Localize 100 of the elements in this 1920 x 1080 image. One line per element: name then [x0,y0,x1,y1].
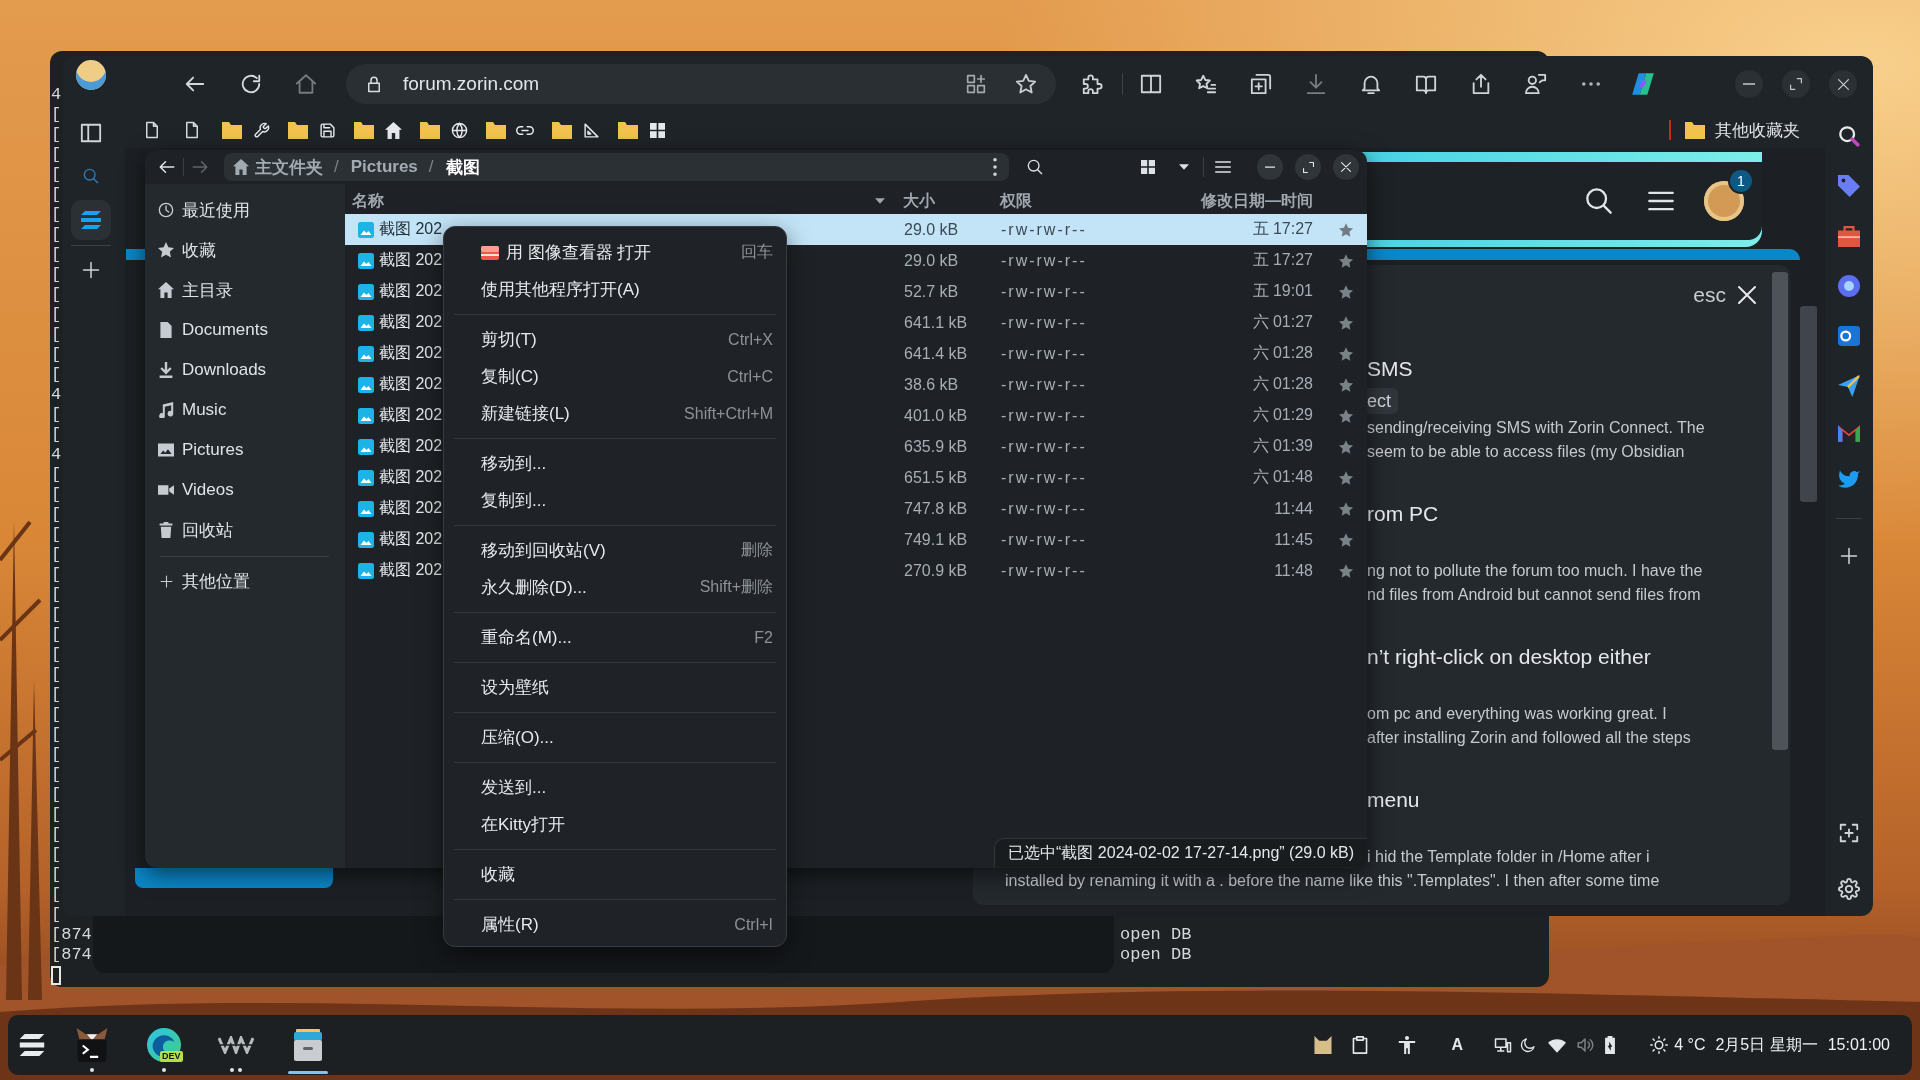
star-icon[interactable] [1015,73,1037,95]
more-icon[interactable] [1582,82,1600,86]
file-name[interactable]: 截图 202 [379,281,443,302]
menu-item[interactable]: 在Kitty打开 [444,806,786,843]
star-icon[interactable] [1339,563,1353,578]
sidebar-item[interactable]: Downloads [151,350,339,390]
close-button[interactable] [1333,154,1359,180]
envelope-icon[interactable] [1838,425,1860,442]
menu-item[interactable]: 剪切(T) Ctrl+X [444,321,786,358]
path-crumb[interactable]: 主文件夹 [233,155,323,179]
terminal-app-icon[interactable] [75,1028,109,1062]
share-icon[interactable] [1470,73,1492,95]
accessibility-icon[interactable] [1397,1036,1416,1054]
sidebar-item[interactable]: 收藏 [151,230,339,270]
file-name[interactable]: 截图 202 [379,467,443,488]
date-text[interactable]: 2月5日 星期一 [1715,1034,1818,1056]
menu-item[interactable]: 压缩(O)... [444,719,786,756]
file-name[interactable]: 截图 202 [379,343,443,364]
column-header[interactable]: 修改日期—时间 [1180,190,1325,212]
star-icon[interactable] [1339,315,1353,330]
refresh-icon[interactable] [240,73,262,95]
zigzag-logo-icon[interactable] [218,1036,254,1054]
column-header[interactable]: 名称 [345,190,895,212]
input-method-indicator[interactable]: A [1451,1036,1464,1054]
sidebar-item[interactable]: 最近使用 [151,190,339,230]
path-crumb[interactable]: 截图 [445,155,480,179]
puzzle-icon[interactable] [1081,73,1103,95]
star-icon[interactable] [1339,408,1353,423]
menu-item[interactable]: 收藏 [444,856,786,893]
logo-icon[interactable] [19,1034,45,1056]
settings-icon[interactable] [1838,878,1860,900]
globe-icon[interactable] [450,121,468,139]
result-title[interactable]: rom PC [1367,502,1439,525]
scrollbar-thumb[interactable] [1772,272,1788,750]
address-field[interactable]: forum.zorin.com [346,64,1056,104]
split-screen-icon[interactable] [1140,73,1162,95]
briefcase-icon[interactable] [1838,225,1860,247]
more-icon[interactable] [993,158,997,176]
volume-icon[interactable] [1576,1036,1595,1054]
sidebar-item[interactable]: Music [151,390,339,430]
devices-icon[interactable] [1494,1036,1513,1054]
plus-icon[interactable] [82,261,100,279]
list-view-icon[interactable] [1215,160,1231,174]
file-name[interactable]: 截图 202 [379,405,443,426]
menu-item[interactable]: 重命名(M)... F2 [444,619,786,656]
file-name[interactable]: 截图 202 [379,560,443,581]
sidebar-panel-icon[interactable] [80,122,102,144]
column-header[interactable]: 权限 [990,190,1180,212]
sidebar-item[interactable]: 其他位置 [151,561,339,601]
result-title[interactable]: n’t right-click on desktop either [1367,645,1651,668]
folder-icon[interactable] [354,121,374,139]
file-drawer-icon[interactable] [292,1029,324,1061]
file-name[interactable]: 截图 202 [379,312,443,333]
people-icon[interactable] [1525,73,1547,95]
menu-item[interactable]: 复制(C) Ctrl+C [444,358,786,395]
menu-item[interactable]: 使用其他程序打开(A) [444,271,786,308]
close-button[interactable]: esc [1693,283,1756,307]
sidebar-item[interactable]: 回收站 [151,510,339,550]
sidebar-item[interactable]: Documents [151,310,339,350]
download-icon[interactable] [1305,73,1327,95]
close-button[interactable] [1829,70,1857,98]
menu-item[interactable]: 属性(R) Ctrl+I [444,906,786,943]
tiles-icon[interactable] [649,122,665,138]
app-grid-icon[interactable] [966,74,986,94]
file-name[interactable]: 截图 202 [379,436,443,457]
star-icon[interactable] [1339,346,1353,361]
star-icon[interactable] [1339,470,1353,485]
search-icon[interactable] [1838,125,1860,147]
star-icon[interactable] [1339,253,1353,268]
column-header[interactable]: 大小 [895,190,990,212]
back-icon[interactable] [158,158,176,176]
star-icon[interactable] [1339,377,1353,392]
star-icon[interactable] [1339,439,1353,454]
bell-icon[interactable] [1360,73,1382,95]
minimize-button[interactable] [1735,70,1763,98]
caret-icon[interactable] [1179,164,1189,170]
favorites-icon[interactable] [1195,73,1217,95]
temperature-text[interactable]: 4 °C [1674,1036,1706,1054]
home-icon[interactable] [295,73,317,95]
star-icon[interactable] [1339,532,1353,547]
maximize-button[interactable] [1782,70,1810,98]
star-icon[interactable] [1339,284,1353,299]
file-name[interactable]: 截图 202 [379,374,443,395]
file-name[interactable]: 截图 202 [379,219,443,240]
folder-icon[interactable] [618,121,638,139]
maximize-button[interactable] [1295,154,1321,180]
result-title[interactable]: SMS [1367,357,1413,380]
folder-icon[interactable] [420,121,440,139]
house-icon[interactable] [384,121,402,139]
sidebar-item[interactable]: Pictures [151,430,339,470]
battery-icon[interactable] [1604,1036,1617,1054]
file-name[interactable]: 截图 202 [379,529,443,550]
folder-icon[interactable] [222,121,242,139]
circle-icon[interactable] [1838,275,1860,297]
page-icon[interactable] [143,121,161,139]
cat-icon[interactable] [1313,1036,1332,1054]
collections-icon[interactable] [1250,73,1272,95]
other-bookmarks-button[interactable]: 其他收藏夹 [1685,118,1800,142]
minimize-button[interactable] [1257,154,1283,180]
path-crumb[interactable]: Pictures [350,157,418,177]
